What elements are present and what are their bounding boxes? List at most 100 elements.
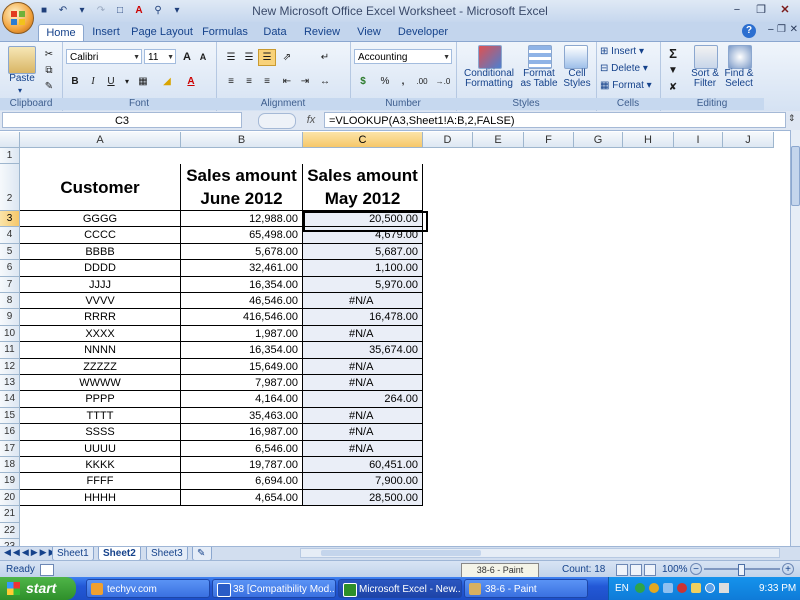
wrap-text-icon[interactable]: ↵ xyxy=(316,49,334,66)
tab-insert[interactable]: Insert xyxy=(86,24,126,41)
align-top-icon[interactable]: ☰ xyxy=(222,49,240,66)
row-header-5[interactable]: 5 xyxy=(0,243,20,261)
page-break-view-icon[interactable] xyxy=(644,564,656,576)
may-sales-cell[interactable]: #N/A xyxy=(303,358,423,375)
sheet-tab-sheet1[interactable]: Sheet1 xyxy=(52,547,94,561)
bold-button[interactable]: B xyxy=(66,73,84,90)
row-header-11[interactable]: 11 xyxy=(0,342,20,359)
june-sales-cell[interactable]: 416,546.00 xyxy=(181,309,303,326)
workbook-close-icon[interactable]: ✕ xyxy=(790,24,798,35)
select-all-corner[interactable] xyxy=(0,132,20,148)
formula-input[interactable]: =VLOOKUP(A3,Sheet1!A:B,2,FALSE) xyxy=(324,112,786,128)
row-header-20[interactable]: 20 xyxy=(0,489,20,507)
tab-view[interactable]: View xyxy=(352,24,386,41)
may-sales-header[interactable]: Sales amount May 2012 xyxy=(303,164,423,211)
insert-cells-button[interactable]: ⊞ Insert ▾ xyxy=(600,46,644,57)
column-header-c[interactable]: C xyxy=(303,132,423,148)
may-sales-cell[interactable]: #N/A xyxy=(303,440,423,457)
may-sales-cell[interactable]: 5,687.00 xyxy=(303,243,423,261)
row-header-19[interactable]: 19 xyxy=(0,473,20,490)
customize-qat-icon[interactable]: ▾ xyxy=(169,3,185,19)
tab-page-layout[interactable]: Page Layout xyxy=(130,24,194,41)
print-preview-icon[interactable]: ⚲ xyxy=(150,3,166,19)
vertical-scrollbar[interactable] xyxy=(790,130,800,546)
column-header-j[interactable]: J xyxy=(723,132,774,148)
redo-icon[interactable]: ↷ xyxy=(93,3,109,19)
june-sales-cell[interactable]: 46,546.00 xyxy=(181,293,303,310)
tray-icon[interactable] xyxy=(705,583,715,593)
customer-cell[interactable]: SSSS xyxy=(20,424,181,441)
customer-cell[interactable]: RRRR xyxy=(20,309,181,326)
column-header-i[interactable]: I xyxy=(674,132,723,148)
tab-developer[interactable]: Developer xyxy=(394,24,452,41)
worksheet-grid[interactable]: ABCDEFGHIJ 1 2 3 4 5 6 7 8 9 10 11 12 13 14 15 16 17 18 19… xyxy=(0,132,790,546)
may-sales-cell[interactable]: 20,500.00 xyxy=(303,211,423,228)
undo-dropdown-icon[interactable]: ▾ xyxy=(74,3,90,19)
june-sales-cell[interactable]: 4,164.00 xyxy=(181,391,303,408)
zoom-out-icon[interactable]: − xyxy=(690,563,702,575)
font-color-qat-icon[interactable]: A xyxy=(131,3,147,19)
align-middle-icon[interactable]: ☰ xyxy=(240,49,258,66)
may-sales-cell[interactable]: 5,970.00 xyxy=(303,276,423,293)
may-sales-cell[interactable]: 4,679.00 xyxy=(303,227,423,244)
page-layout-view-icon[interactable] xyxy=(630,564,642,576)
row-header-21[interactable]: 21 xyxy=(0,506,20,523)
may-sales-cell[interactable]: 264.00 xyxy=(303,391,423,408)
increase-indent-icon[interactable]: ⇥ xyxy=(296,73,314,90)
minimize-button[interactable]: − xyxy=(726,2,748,18)
autosum-button[interactable]: Σ xyxy=(664,45,682,62)
customer-cell[interactable]: BBBB xyxy=(20,243,181,261)
row-header-18[interactable]: 18 xyxy=(0,457,20,474)
customer-cell[interactable]: DDDD xyxy=(20,260,181,277)
tab-formulas[interactable]: Formulas xyxy=(200,24,250,41)
taskbar-item-excel[interactable]: Microsoft Excel - New... xyxy=(338,579,462,598)
customer-cell[interactable]: KKKK xyxy=(20,457,181,474)
ribbon-restore-icon[interactable]: ❐ xyxy=(777,24,786,35)
paste-icon[interactable] xyxy=(8,46,36,74)
font-color-button[interactable]: A xyxy=(182,73,200,90)
shrink-font-button[interactable]: A xyxy=(194,49,212,66)
taskbar-item-word[interactable]: 38 [Compatibility Mod... xyxy=(212,579,336,598)
may-sales-cell[interactable]: 1,100.00 xyxy=(303,260,423,277)
expand-formula-icon[interactable]: ⇕ xyxy=(788,113,796,124)
row-header-14[interactable]: 14 xyxy=(0,391,20,408)
column-header-g[interactable]: G xyxy=(574,132,623,148)
may-sales-cell[interactable]: #N/A xyxy=(303,407,423,425)
insert-function-button[interactable]: fx xyxy=(300,112,322,128)
sort-filter-button[interactable]: Sort & Filter xyxy=(688,69,722,89)
undo-icon[interactable]: ↶ xyxy=(55,3,71,19)
may-sales-cell[interactable]: 7,900.00 xyxy=(303,473,423,490)
row-header-7[interactable]: 7 xyxy=(0,276,20,293)
comma-button[interactable]: , xyxy=(394,73,412,90)
may-sales-cell[interactable]: #N/A xyxy=(303,424,423,441)
customer-cell[interactable]: WWWW xyxy=(20,375,181,392)
tab-review[interactable]: Review xyxy=(300,24,344,41)
decrease-indent-icon[interactable]: ⇤ xyxy=(278,73,296,90)
customer-cell[interactable]: FFFF xyxy=(20,473,181,490)
macro-record-icon[interactable] xyxy=(40,564,54,576)
june-sales-cell[interactable]: 15,649.00 xyxy=(181,358,303,375)
customer-cell[interactable]: ZZZZZ xyxy=(20,358,181,375)
june-sales-cell[interactable]: 16,354.00 xyxy=(181,342,303,359)
row-header-12[interactable]: 12 xyxy=(0,358,20,375)
june-sales-cell[interactable]: 16,354.00 xyxy=(181,276,303,293)
june-sales-cell[interactable]: 7,987.00 xyxy=(181,375,303,392)
copy-icon[interactable]: ⧉ xyxy=(40,62,58,79)
ribbon-minimize-icon[interactable]: − xyxy=(768,24,774,36)
may-sales-cell[interactable]: 35,674.00 xyxy=(303,342,423,359)
customer-cell[interactable]: CCCC xyxy=(20,227,181,244)
find-select-button[interactable]: Find & Select xyxy=(722,69,756,89)
customer-cell[interactable]: GGGG xyxy=(20,211,181,228)
paste-dropdown-icon[interactable]: ▾ xyxy=(18,86,22,95)
row-header-23[interactable]: 23 xyxy=(0,539,20,546)
name-box[interactable]: C3 xyxy=(2,112,242,128)
align-bottom-icon[interactable]: ☰ xyxy=(258,49,276,66)
tray-icon[interactable] xyxy=(649,583,659,593)
june-sales-cell[interactable]: 6,694.00 xyxy=(181,473,303,490)
tray-icon[interactable] xyxy=(635,583,645,593)
row-header-4[interactable]: 4 xyxy=(0,227,20,244)
row-header-2[interactable]: 2 xyxy=(0,164,20,211)
clear-icon[interactable]: ✘ xyxy=(664,79,682,96)
sheet-tab-sheet2[interactable]: Sheet2 xyxy=(98,547,141,561)
language-indicator[interactable]: EN xyxy=(615,577,629,600)
